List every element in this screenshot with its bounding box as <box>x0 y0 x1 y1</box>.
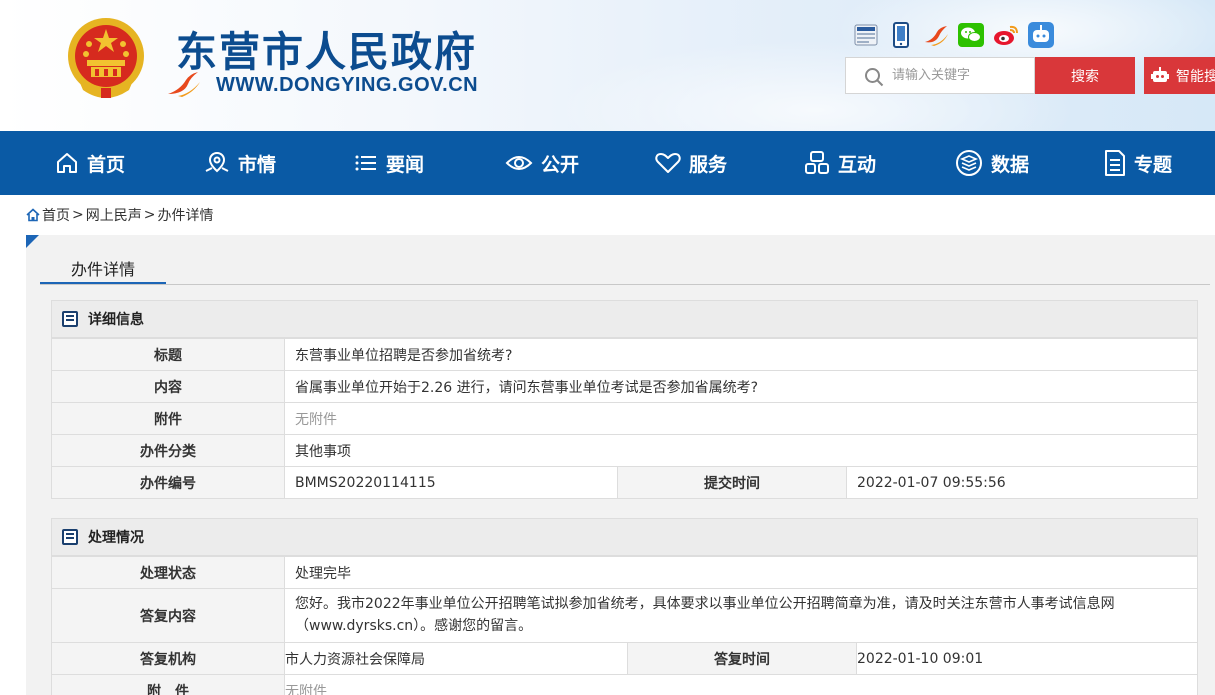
detail-section-header: 详细信息 <box>51 300 1198 338</box>
section-heading: 详细信息 <box>88 312 144 328</box>
nav-item-open[interactable]: 公开 <box>505 131 579 195</box>
table-row: 答复内容 您好。我市2022年事业单位公开招聘笔试拟参加省统考，具体要求以事业单… <box>51 588 1198 643</box>
interact-icon <box>805 151 829 174</box>
nav-label: 互动 <box>838 153 877 176</box>
nav-item-city[interactable]: 市情 <box>204 131 276 195</box>
reply-attachment-label: 附 件 <box>51 674 285 695</box>
attachment-label: 附件 <box>51 402 285 435</box>
attachment-value: 无附件 <box>284 402 1198 435</box>
doc-icon <box>1105 150 1125 176</box>
search-icon <box>865 68 884 87</box>
content-value: 省属事业单位开始于2.26 进行，请问东营事业单位考试是否参加省属统考? <box>284 370 1198 403</box>
detail-table: 标题 东营事业单位招聘是否参加省统考? 内容 省属事业单位开始于2.26 进行，… <box>51 338 1198 499</box>
main-nav: 首页 市情 要闻 公开 服务 互动 数据 专题 <box>0 131 1215 195</box>
table-row: 标题 东营事业单位招聘是否参加省统考? <box>51 338 1198 371</box>
site-url[interactable]: WWW.DONGYING.GOV.CN <box>216 74 478 97</box>
breadcrumb-separator: > <box>143 207 156 223</box>
search-button[interactable]: 搜索 <box>1035 57 1135 94</box>
table-row: 办件编号 BMMS20220114115 提交时间 2022-01-07 09:… <box>51 466 1198 499</box>
table-row: 附件 无附件 <box>51 402 1198 435</box>
eye-icon <box>505 156 533 170</box>
section-heading: 处理情况 <box>88 530 144 546</box>
nav-item-topic[interactable]: 专题 <box>1104 131 1172 195</box>
swoosh-logo-icon <box>168 72 200 97</box>
reply-attachment-value: 无附件 <box>284 674 1198 695</box>
status-label: 处理状态 <box>51 556 285 589</box>
title-label: 标题 <box>51 338 285 371</box>
document-icon <box>62 311 78 327</box>
gov-mini-icon[interactable] <box>853 22 879 48</box>
category-value: 其他事项 <box>284 434 1198 467</box>
nav-item-service[interactable]: 服务 <box>655 131 727 195</box>
reply-value: 您好。我市2022年事业单位公开招聘笔试拟参加省统考，具体要求以事业单位公开招聘… <box>284 588 1198 643</box>
title-divider <box>40 284 1210 285</box>
social-links <box>853 22 1054 48</box>
number-value: BMMS20220114115 <box>284 466 618 499</box>
robot-icon[interactable] <box>1028 22 1054 48</box>
weibo-icon[interactable] <box>993 22 1019 48</box>
submit-time-value: 2022-01-07 09:55:56 <box>846 466 1198 499</box>
handling-section-header: 处理情况 <box>51 518 1198 556</box>
smart-search-label: 智能搜 <box>1176 68 1215 85</box>
panel-corner-marker <box>26 235 39 248</box>
nav-label: 服务 <box>689 153 728 176</box>
reply-time-label: 答复时间 <box>627 642 857 675</box>
map-icon <box>205 151 229 173</box>
breadcrumb-home-link[interactable]: 首页 <box>42 205 70 225</box>
breadcrumb: 首页 > 网上民声 > 办件详情 <box>26 205 213 225</box>
app-icon[interactable] <box>923 22 949 48</box>
nav-label: 市情 <box>238 153 277 176</box>
home-small-icon <box>26 208 40 222</box>
breadcrumb-separator: > <box>72 207 84 223</box>
list-icon <box>355 155 376 171</box>
content-label: 内容 <box>51 370 285 403</box>
table-row: 处理状态 处理完毕 <box>51 556 1198 589</box>
document-icon <box>62 529 78 545</box>
nav-label: 专题 <box>1134 153 1173 176</box>
nav-label: 公开 <box>541 153 580 176</box>
table-row: 办件分类 其他事项 <box>51 434 1198 467</box>
table-row: 附 件 无附件 <box>51 674 1198 695</box>
reply-label: 答复内容 <box>51 588 285 643</box>
nav-label: 要闻 <box>386 153 425 176</box>
category-label: 办件分类 <box>51 434 285 467</box>
page-title: 办件详情 <box>40 254 166 284</box>
table-row: 答复机构 市人力资源社会保障局 答复时间 2022-01-10 09:01 <box>51 642 1198 675</box>
national-emblem-icon[interactable] <box>63 14 149 102</box>
nav-label: 数据 <box>991 153 1030 176</box>
search-input[interactable] <box>892 58 1032 93</box>
smart-search-button[interactable]: 智能搜 <box>1144 57 1215 94</box>
status-value: 处理完毕 <box>284 556 1198 589</box>
heart-icon <box>655 153 681 173</box>
nav-label: 首页 <box>87 153 126 176</box>
nav-item-interact[interactable]: 互动 <box>804 131 876 195</box>
org-value: 市人力资源社会保障局 <box>284 642 628 675</box>
breadcrumb-current: 办件详情 <box>157 208 214 224</box>
submit-time-label: 提交时间 <box>617 466 847 499</box>
handling-table: 处理状态 处理完毕 答复内容 您好。我市2022年事业单位公开招聘笔试拟参加省统… <box>51 556 1198 695</box>
table-row: 内容 省属事业单位开始于2.26 进行，请问东营事业单位考试是否参加省属统考? <box>51 370 1198 403</box>
data-icon <box>956 150 982 176</box>
nav-item-home[interactable]: 首页 <box>55 131 125 195</box>
wechat-icon[interactable] <box>958 22 984 48</box>
reply-time-value: 2022-01-10 09:01 <box>856 642 1198 675</box>
home-icon <box>57 153 77 173</box>
search-box <box>845 57 1035 94</box>
site-title[interactable]: 东营市人民政府 <box>176 18 477 78</box>
mobile-icon[interactable] <box>888 22 914 48</box>
breadcrumb-level1-link[interactable]: 网上民声 <box>86 205 142 225</box>
smart-robot-icon <box>1151 66 1169 82</box>
org-label: 答复机构 <box>51 642 285 675</box>
nav-item-data[interactable]: 数据 <box>955 131 1029 195</box>
site-header: 东营市人民政府 WWW.DONGYING.GOV.CN 搜索 智能搜 <box>0 0 1215 131</box>
nav-item-news[interactable]: 要闻 <box>354 131 424 195</box>
number-label: 办件编号 <box>51 466 285 499</box>
title-value: 东营事业单位招聘是否参加省统考? <box>284 338 1198 371</box>
